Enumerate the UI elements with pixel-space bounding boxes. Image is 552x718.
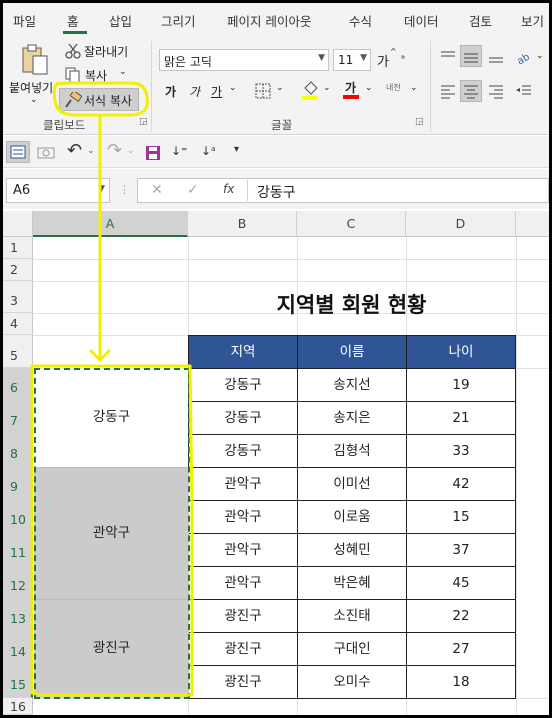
annotation-box xyxy=(30,364,194,697)
annotation-circle xyxy=(52,81,149,117)
excel-window: 파일 홈 삽입 그리기 페이지 레이아웃 수식 데이터 검토 보기 붙여넣기 ⌄… xyxy=(3,3,549,715)
annotation-overlay xyxy=(30,81,194,697)
